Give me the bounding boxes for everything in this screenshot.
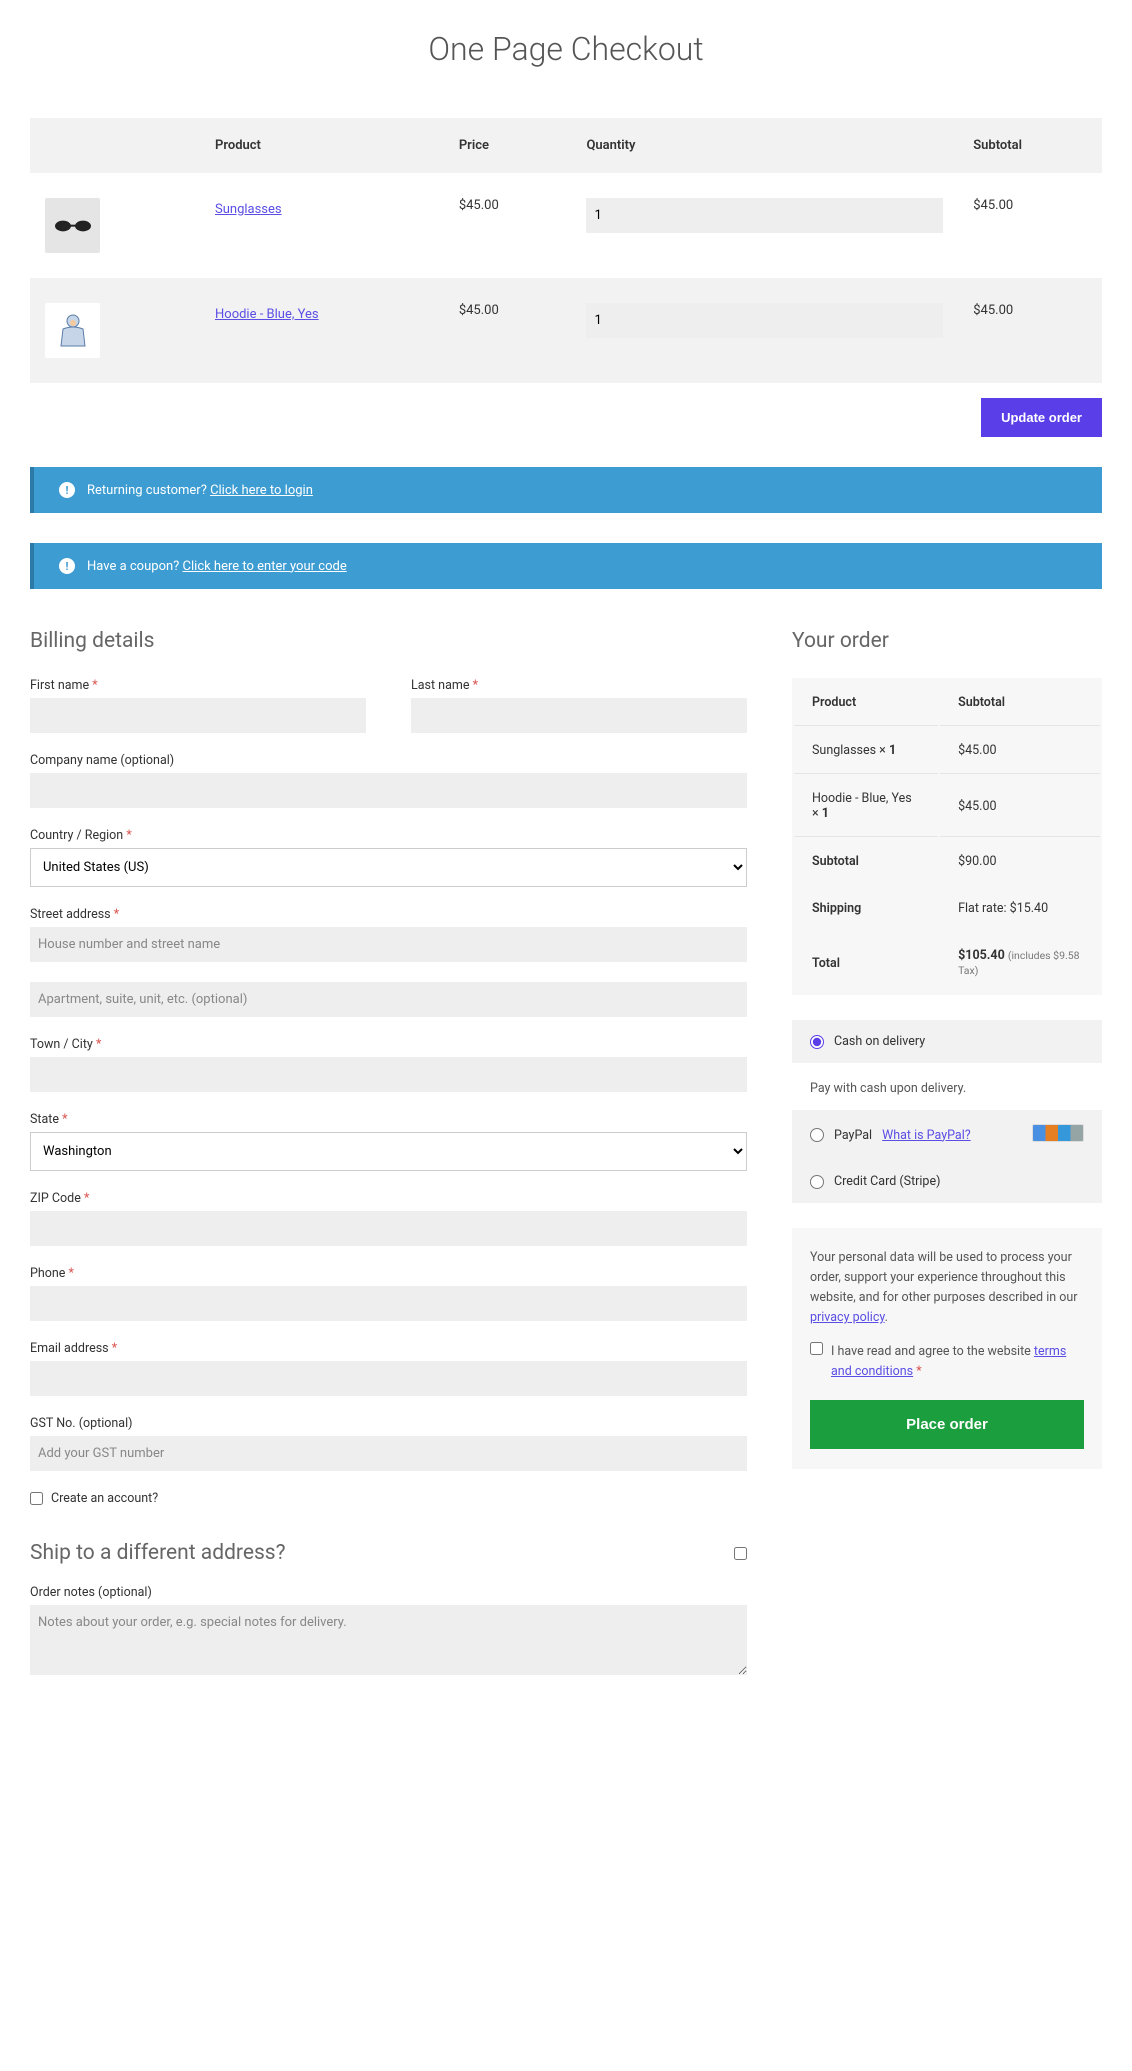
subtotal-value: $90.00	[940, 839, 1100, 884]
gst-field[interactable]	[30, 1436, 747, 1471]
place-order-button[interactable]: Place order	[810, 1400, 1084, 1449]
quantity-input[interactable]	[586, 303, 943, 338]
total-label: Total	[794, 933, 938, 993]
update-order-button[interactable]: Update order	[981, 398, 1102, 437]
quantity-input[interactable]	[586, 198, 943, 233]
street-field[interactable]	[30, 927, 747, 962]
street-label: Street address *	[30, 907, 747, 922]
price: $45.00	[444, 278, 572, 383]
products-table: Product Price Quantity Subtotal Sunglass…	[30, 118, 1102, 383]
shipping-value: Flat rate: $15.40	[940, 886, 1100, 931]
billing-heading: Billing details	[30, 629, 747, 653]
zip-label: ZIP Code *	[30, 1191, 747, 1206]
first-name-field[interactable]	[30, 698, 366, 733]
paypal-label: PayPal	[834, 1128, 872, 1143]
total-value: $105.40 (includes $9.58 Tax)	[940, 933, 1100, 993]
state-label: State *	[30, 1112, 747, 1127]
order-notes-field[interactable]	[30, 1605, 747, 1675]
page-title: One Page Checkout	[30, 30, 1102, 68]
last-name-label: Last name *	[411, 678, 747, 693]
stripe-radio[interactable]	[810, 1175, 824, 1189]
country-select[interactable]: United States (US)	[30, 848, 747, 887]
phone-field[interactable]	[30, 1286, 747, 1321]
country-label: Country / Region *	[30, 828, 747, 843]
payment-methods: Cash on delivery Pay with cash upon deli…	[792, 1020, 1102, 1203]
zip-field[interactable]	[30, 1211, 747, 1246]
privacy-box: Your personal data will be used to proce…	[792, 1228, 1102, 1469]
col-product: Product	[200, 118, 444, 173]
order-col-subtotal: Subtotal	[940, 680, 1100, 726]
gst-label: GST No. (optional)	[30, 1416, 747, 1431]
company-label: Company name (optional)	[30, 753, 747, 768]
company-field[interactable]	[30, 773, 747, 808]
table-row: Hoodie - Blue, Yes $45.00 $45.00	[30, 278, 1102, 383]
email-label: Email address *	[30, 1341, 747, 1356]
terms-checkbox[interactable]	[810, 1342, 823, 1355]
city-label: Town / City *	[30, 1037, 747, 1052]
paypal-radio[interactable]	[810, 1128, 824, 1142]
order-item: Hoodie - Blue, Yes × 1 $45.00	[794, 776, 1100, 837]
create-account-checkbox[interactable]	[30, 1492, 43, 1505]
returning-customer-bar: ! Returning customer? Click here to logi…	[30, 467, 1102, 513]
col-quantity: Quantity	[571, 118, 958, 173]
shipping-label: Shipping	[794, 886, 938, 931]
phone-label: Phone *	[30, 1266, 747, 1281]
your-order-heading: Your order	[792, 629, 1102, 653]
cod-description: Pay with cash upon delivery.	[810, 1081, 966, 1096]
hoodie-icon	[53, 311, 93, 351]
subtotal: $45.00	[958, 278, 1102, 383]
coupon-text: Have a coupon?	[87, 559, 183, 574]
info-icon: !	[59, 558, 75, 574]
product-thumbnail	[45, 198, 100, 253]
col-price: Price	[444, 118, 572, 173]
paypal-whatis-link[interactable]: What is PayPal?	[882, 1128, 971, 1143]
ship-different-checkbox[interactable]	[734, 1547, 747, 1560]
subtotal: $45.00	[958, 173, 1102, 278]
email-field[interactable]	[30, 1361, 747, 1396]
privacy-policy-link[interactable]: privacy policy	[810, 1310, 885, 1325]
state-select[interactable]: Washington	[30, 1132, 747, 1171]
payment-cards-icon	[1032, 1124, 1084, 1146]
create-account-label: Create an account?	[51, 1491, 158, 1506]
sunglasses-icon	[53, 218, 93, 234]
product-link-hoodie[interactable]: Hoodie - Blue, Yes	[215, 307, 319, 322]
order-notes-label: Order notes (optional)	[30, 1585, 747, 1600]
col-subtotal: Subtotal	[958, 118, 1102, 173]
last-name-field[interactable]	[411, 698, 747, 733]
cod-radio[interactable]	[810, 1035, 824, 1049]
coupon-link[interactable]: Click here to enter your code	[183, 559, 347, 574]
ship-heading: Ship to a different address?	[30, 1541, 286, 1565]
order-item: Sunglasses × 1 $45.00	[794, 728, 1100, 774]
city-field[interactable]	[30, 1057, 747, 1092]
returning-customer-text: Returning customer?	[87, 483, 210, 498]
coupon-bar: ! Have a coupon? Click here to enter you…	[30, 543, 1102, 589]
product-link-sunglasses[interactable]: Sunglasses	[215, 202, 282, 217]
apartment-field[interactable]	[30, 982, 747, 1017]
cod-label: Cash on delivery	[834, 1034, 925, 1049]
stripe-label: Credit Card (Stripe)	[834, 1174, 940, 1189]
product-thumbnail	[45, 303, 100, 358]
terms-text: I have read and agree to the website	[831, 1344, 1034, 1359]
order-summary: Product Subtotal Sunglasses × 1 $45.00 H…	[792, 678, 1102, 995]
table-row: Sunglasses $45.00 $45.00	[30, 173, 1102, 278]
price: $45.00	[444, 173, 572, 278]
order-col-product: Product	[794, 680, 938, 726]
info-icon: !	[59, 482, 75, 498]
login-link[interactable]: Click here to login	[210, 483, 313, 498]
subtotal-label: Subtotal	[794, 839, 938, 884]
first-name-label: First name *	[30, 678, 366, 693]
